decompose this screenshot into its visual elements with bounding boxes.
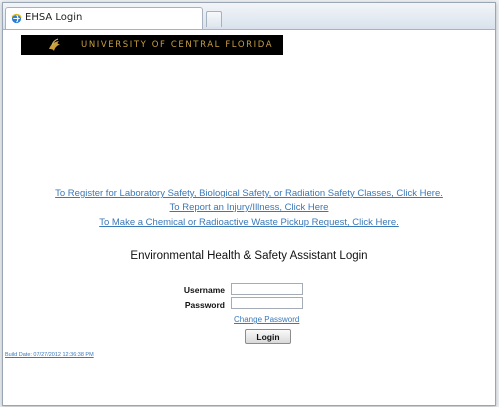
waste-pickup-link[interactable]: To Make a Chemical or Radioactive Waste … <box>3 217 495 228</box>
new-tab-button[interactable] <box>206 11 222 27</box>
build-date-link[interactable]: Build Date: 07/27/2012 12:36:38 PM <box>5 352 94 358</box>
ucf-banner: UNIVERSITY OF CENTRAL FLORIDA <box>21 35 283 55</box>
ucf-pegasus-logo-icon <box>49 38 60 51</box>
tab-bar: EHSA Login <box>3 3 495 30</box>
ie-page-icon <box>11 13 22 24</box>
username-label: Username <box>183 285 225 295</box>
password-label: Password <box>184 300 225 310</box>
password-input[interactable] <box>231 297 303 309</box>
tab-title: EHSA Login <box>25 12 83 23</box>
banner-title: UNIVERSITY OF CENTRAL FLORIDA <box>81 40 274 50</box>
page-content: UNIVERSITY OF CENTRAL FLORIDA To Registe… <box>3 30 495 405</box>
change-password-link[interactable]: Change Password <box>234 315 299 324</box>
browser-window: EHSA Login UNIVERSITY OF CENTRAL FLORIDA… <box>2 2 496 406</box>
register-classes-link[interactable]: To Register for Laboratory Safety, Biolo… <box>3 188 495 199</box>
tab-ehsa-login[interactable]: EHSA Login <box>5 7 203 29</box>
login-button[interactable]: Login <box>245 329 291 344</box>
username-input[interactable] <box>231 283 303 295</box>
report-injury-link[interactable]: To Report an Injury/Illness, Click Here <box>3 202 495 213</box>
login-heading: Environmental Health & Safety Assistant … <box>130 250 368 262</box>
